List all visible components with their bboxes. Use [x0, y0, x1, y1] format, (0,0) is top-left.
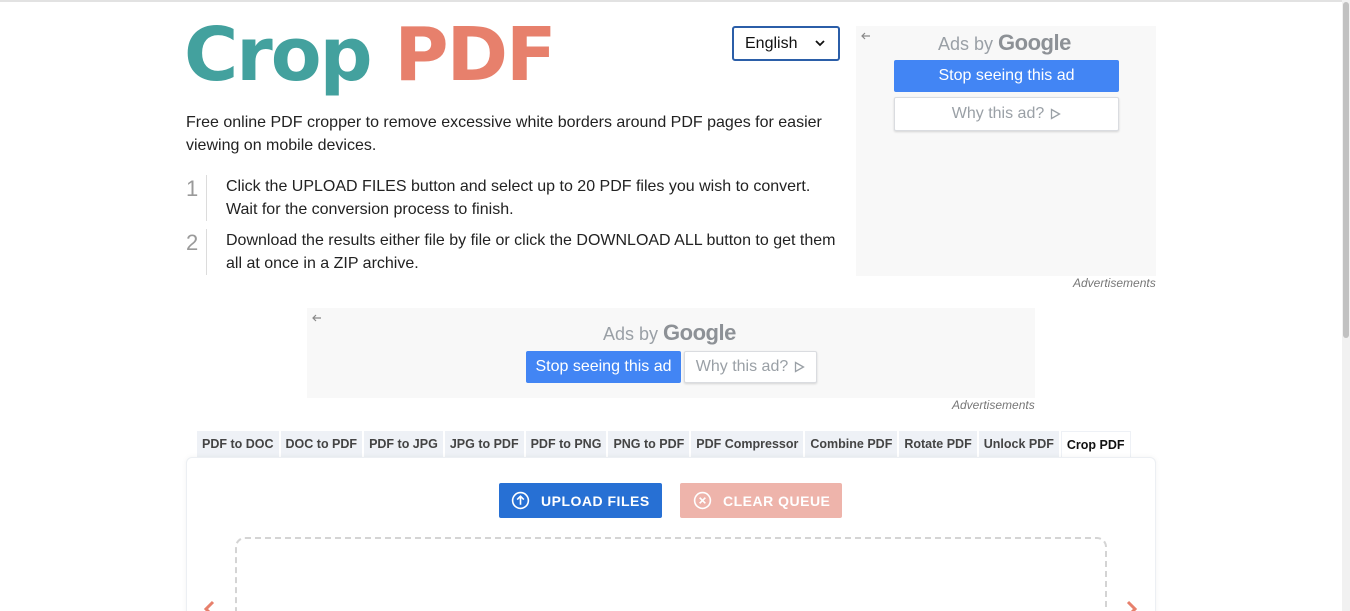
step-text: Download the results either file by file… [226, 232, 836, 272]
clear-queue-label: CLEAR QUEUE [723, 492, 831, 509]
ads-by-google-label: Ads by Google [938, 30, 1071, 56]
upload-files-button[interactable]: UPLOAD FILES [499, 483, 662, 518]
tool-tabs: PDF to DOC DOC to PDF PDF to JPG JPG to … [197, 431, 1131, 457]
ads-by-text: Ads by [603, 324, 659, 344]
intro-description: Free online PDF cropper to remove excess… [186, 114, 822, 154]
tab-crop-pdf[interactable]: Crop PDF [1060, 431, 1131, 457]
site-logo[interactable]: Crop PDF [184, 10, 557, 100]
tab-rotate-pdf[interactable]: Rotate PDF [899, 431, 977, 457]
chevron-left-icon[interactable] [201, 600, 217, 611]
upload-arrow-icon [511, 491, 530, 510]
ads-by-text: Ads by [938, 34, 994, 54]
step-divider [206, 229, 207, 275]
tab-pdf-compressor[interactable]: PDF Compressor [691, 431, 804, 457]
advertisements-label: Advertisements [952, 398, 1035, 412]
chevron-right-icon[interactable] [1124, 600, 1140, 611]
side-ad: Ads by Google Stop seeing this ad Why th… [856, 26, 1156, 276]
stop-seeing-ad-button[interactable]: Stop seeing this ad [526, 351, 681, 383]
step-item: 2 Download the results either file by fi… [186, 229, 846, 275]
tab-pdf-to-doc[interactable]: PDF to DOC [197, 431, 279, 457]
why-this-ad-button[interactable]: Why this ad? [684, 351, 817, 383]
step-number: 1 [186, 176, 199, 201]
advertisements-label: Advertisements [1073, 276, 1156, 290]
steps-list: 1 Click the UPLOAD FILES button and sele… [186, 175, 846, 283]
language-selected-value: English [745, 34, 798, 52]
tab-doc-to-pdf[interactable]: DOC to PDF [280, 431, 363, 457]
tab-unlock-pdf[interactable]: Unlock PDF [978, 431, 1059, 457]
back-arrow-icon[interactable] [860, 30, 872, 42]
tab-combine-pdf[interactable]: Combine PDF [805, 431, 898, 457]
stop-seeing-ad-button[interactable]: Stop seeing this ad [894, 60, 1119, 92]
logo-word-crop: Crop [184, 12, 373, 98]
step-item: 1 Click the UPLOAD FILES button and sele… [186, 175, 846, 221]
back-arrow-icon[interactable] [311, 312, 323, 324]
banner-ad: Ads by Google Stop seeing this ad Why th… [307, 308, 1035, 398]
why-this-ad-label: Why this ad? [695, 358, 789, 375]
step-number: 2 [186, 230, 199, 255]
logo-word-pdf: PDF [394, 12, 556, 98]
tab-pdf-to-jpg[interactable]: PDF to JPG [364, 431, 443, 457]
chevron-down-icon [815, 40, 825, 47]
top-divider [0, 0, 1342, 2]
tab-jpg-to-pdf[interactable]: JPG to PDF [444, 431, 524, 457]
tab-pdf-to-png[interactable]: PDF to PNG [525, 431, 607, 457]
google-wordmark: Google [998, 30, 1071, 55]
clear-x-icon [693, 491, 712, 510]
ads-by-google-label: Ads by Google [603, 320, 736, 346]
step-text: Click the UPLOAD FILES button and select… [226, 178, 811, 218]
scrollbar-thumb[interactable] [1343, 2, 1349, 338]
tab-png-to-pdf[interactable]: PNG to PDF [608, 431, 690, 457]
upload-files-label: UPLOAD FILES [541, 492, 650, 509]
language-select[interactable]: English [732, 26, 840, 61]
why-this-ad-label: Why this ad? [951, 105, 1045, 122]
play-triangle-icon [1051, 108, 1062, 120]
step-divider [206, 175, 207, 221]
google-wordmark: Google [663, 320, 736, 345]
clear-queue-button[interactable]: CLEAR QUEUE [680, 483, 842, 518]
file-drop-zone[interactable] [235, 537, 1107, 611]
why-this-ad-button[interactable]: Why this ad? [894, 97, 1119, 131]
play-triangle-icon [795, 361, 806, 373]
page-scrollbar[interactable] [1342, 0, 1350, 611]
